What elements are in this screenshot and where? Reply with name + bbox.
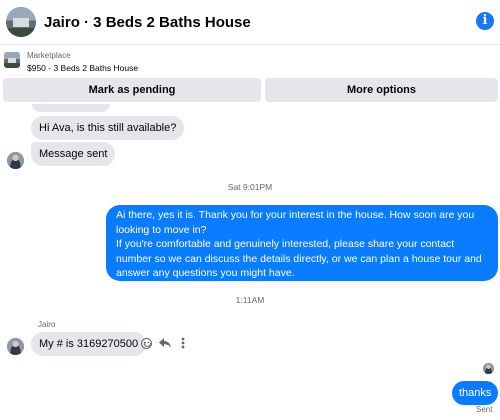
message-actions (141, 336, 194, 350)
delivery-status: Sent (476, 405, 493, 414)
outgoing-line: Ai there, yes it is. Thank you for your … (116, 209, 475, 236)
listing-thumbnail (4, 52, 20, 68)
contact-avatar[interactable] (7, 152, 24, 169)
outgoing-message[interactable]: thanks (452, 381, 499, 405)
partial-message-bubble (32, 104, 110, 112)
marketplace-listing[interactable]: Marketplace $950 - 3 Beds 2 Baths House (0, 48, 500, 76)
outgoing-line: If you're comfortable and genuinely inte… (116, 238, 482, 280)
more-options-button[interactable]: More options (265, 78, 498, 102)
listing-avatar[interactable] (6, 7, 36, 37)
chat-title[interactable]: Jairo · 3 Beds 2 Baths House (44, 14, 251, 31)
sender-name: Jairo (38, 320, 56, 329)
outgoing-message[interactable]: Ai there, yes it is. Thank you for your … (106, 205, 498, 281)
contact-avatar[interactable] (7, 338, 24, 355)
more-dots-icon[interactable] (176, 336, 190, 350)
message-timestamp: 1:11AM (235, 295, 265, 305)
house-thumbnail-icon (6, 7, 36, 37)
message-timestamp: Sat 9:01PM (227, 182, 273, 192)
header-divider (0, 44, 500, 45)
marketplace-label: Marketplace (27, 51, 71, 60)
listing-title: $950 - 3 Beds 2 Baths House (27, 63, 139, 73)
info-icon[interactable]: i (476, 12, 494, 30)
incoming-message[interactable]: My # is 3169270500 (31, 332, 147, 356)
chat-header: Jairo · 3 Beds 2 Baths House i (0, 0, 500, 44)
reply-icon[interactable] (158, 336, 172, 350)
incoming-message[interactable]: Message sent (31, 142, 116, 166)
seen-avatar (483, 363, 494, 374)
mark-pending-button[interactable]: Mark as pending (3, 78, 261, 102)
incoming-message[interactable]: Hi Ava, is this still available? (31, 116, 185, 140)
react-smile-icon[interactable] (141, 338, 152, 349)
